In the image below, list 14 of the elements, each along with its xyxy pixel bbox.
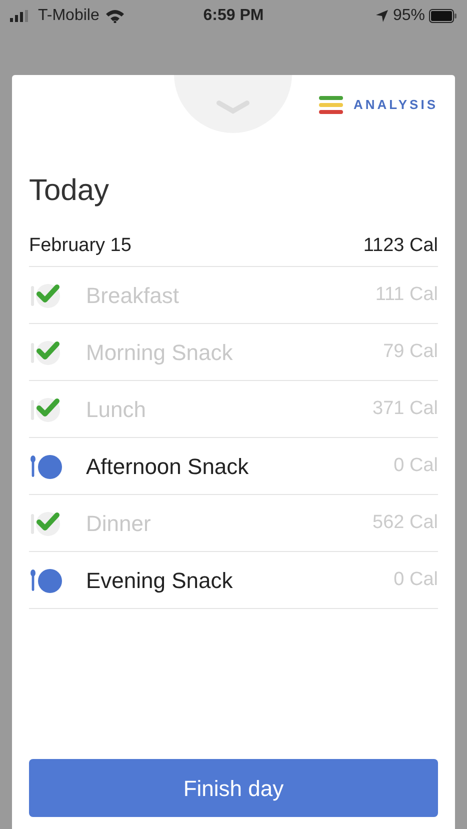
finish-day-button[interactable]: Finish day (29, 759, 438, 817)
date-label: February 15 (29, 234, 132, 258)
location-arrow-icon (374, 9, 389, 23)
carrier-name: T-Mobile (38, 6, 100, 26)
meal-name: Afternoon Snack (86, 452, 250, 480)
bars-icon (319, 96, 344, 114)
status-time: 6:59 PM (203, 6, 264, 26)
wifi-icon (105, 9, 126, 23)
battery-icon (429, 9, 457, 23)
meal-name: Evening Snack (86, 566, 234, 595)
analysis-button[interactable]: ANALYSIS (319, 95, 438, 115)
total-calories: 1123 Cal (363, 234, 438, 258)
page-title: Today (29, 173, 110, 209)
battery-percent: 95% (392, 6, 425, 26)
